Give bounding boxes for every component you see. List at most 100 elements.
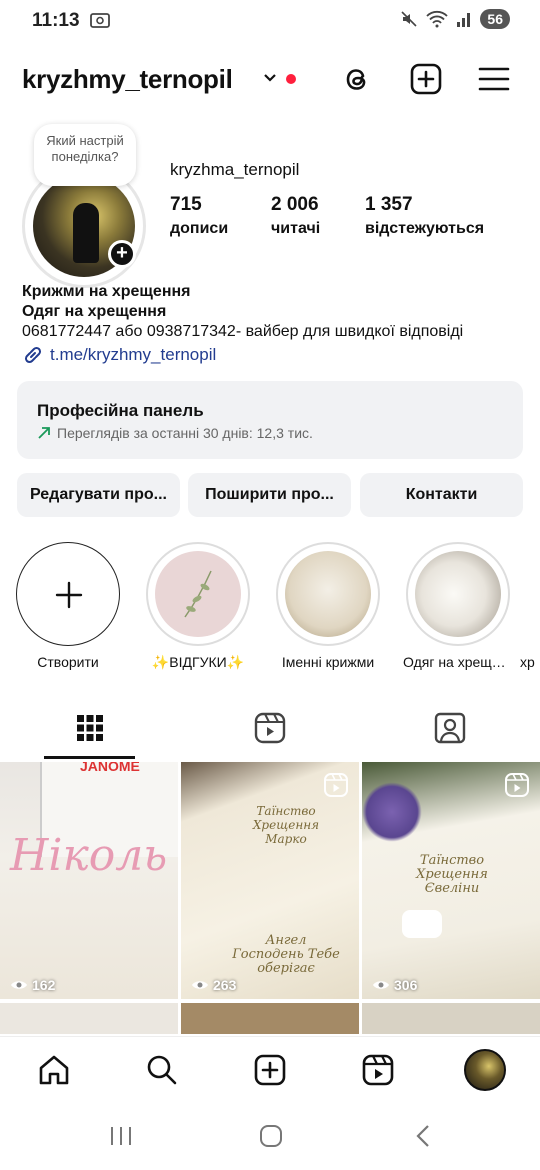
threads-icon[interactable] — [341, 62, 375, 96]
profile-note[interactable]: Який настрій понеділка? — [34, 124, 136, 186]
reel-icon — [505, 773, 529, 797]
reel-icon — [324, 773, 348, 797]
views-count: 306 — [394, 977, 418, 993]
stat-followers[interactable]: 2 006 читачі — [271, 194, 320, 238]
bio-line-1: Крижми на хрещення — [22, 283, 191, 300]
grid-post-1[interactable]: JANOME Ніколь 162 — [0, 762, 178, 999]
views-icon — [192, 981, 208, 989]
edit-profile-button[interactable]: Редагувати про... — [17, 473, 180, 517]
baby-socks — [402, 910, 442, 938]
stat-following-label: відстежуються — [365, 220, 485, 237]
reels-icon[interactable] — [361, 1053, 395, 1087]
link-icon — [24, 346, 42, 364]
share-profile-button[interactable]: Поширити про... — [188, 473, 351, 517]
bio-link-text: t.me/kryzhmy_ternopil — [50, 345, 217, 364]
status-icons: 56 — [400, 9, 510, 29]
highlight-create-label: Створити — [37, 654, 99, 670]
views-icon — [11, 981, 27, 989]
signal-icon — [457, 13, 471, 27]
home-button-icon[interactable] — [258, 1124, 284, 1148]
search-icon[interactable] — [145, 1053, 179, 1087]
create-post-icon[interactable] — [409, 62, 443, 96]
professional-dashboard[interactable]: Професійна панель Переглядів за останні … — [17, 381, 523, 459]
plus-icon — [55, 581, 83, 609]
account-switcher[interactable]: kryzhmy_ternopil — [22, 64, 233, 95]
grid-post-4[interactable] — [0, 1003, 178, 1034]
post-views: 162 — [10, 977, 55, 993]
status-time: 11:13 — [32, 10, 80, 31]
trend-up-icon — [38, 427, 50, 439]
highlight-reviews-ring — [146, 542, 250, 646]
bottom-navigation — [0, 1036, 540, 1102]
bio-link[interactable]: t.me/kryzhmy_ternopil — [22, 344, 463, 366]
status-bar: 11:13 56 — [0, 0, 540, 44]
views-count: 263 — [213, 977, 237, 993]
highlight-partial-label: хр — [520, 654, 535, 670]
embroidered-title: Таїнство Хрещення Марко — [252, 804, 320, 846]
stat-followers-label: читачі — [271, 220, 321, 237]
highlight-reviews-cover — [155, 551, 241, 637]
pro-panel-title: Професійна панель — [37, 401, 204, 420]
highlight-reviews[interactable]: ✨ВІДГУКИ✨ — [143, 542, 253, 671]
active-tab-indicator — [44, 756, 135, 759]
create-icon[interactable] — [253, 1053, 287, 1087]
grid-post-5[interactable] — [181, 1003, 359, 1034]
highlight-create[interactable]: Створити — [13, 542, 123, 670]
contacts-button[interactable]: Контакти — [360, 473, 523, 517]
lavender-decor — [362, 782, 422, 842]
add-story-icon[interactable]: + — [108, 240, 136, 268]
post-views: 306 — [372, 977, 417, 993]
reels-tab-icon[interactable] — [252, 710, 288, 746]
battery-indicator: 56 — [480, 9, 510, 29]
grid-post-6[interactable] — [362, 1003, 540, 1034]
grid-icon[interactable] — [72, 710, 108, 746]
profile-tabs — [0, 700, 540, 760]
bio-line-2: Одяг на хрещення — [22, 303, 167, 320]
tagged-icon[interactable] — [432, 710, 468, 746]
avatar-figure — [73, 203, 99, 263]
recent-apps-icon[interactable] — [108, 1124, 134, 1148]
stat-following[interactable]: 1 357 відстежуються — [365, 194, 484, 238]
embroidered-title: Таїнство Хрещення Євеліни — [416, 853, 488, 896]
views-icon — [373, 981, 389, 989]
highlight-clothing-ring — [406, 542, 510, 646]
embroidered-name: Ніколь — [10, 830, 168, 881]
post-views: 263 — [191, 977, 236, 993]
highlight-clothing[interactable]: Одяг на хрещен... — [403, 542, 513, 670]
grid-post-3[interactable]: Таїнство Хрещення Євеліни 306 — [362, 762, 540, 999]
highlight-named-cover — [285, 551, 371, 637]
home-icon[interactable] — [37, 1053, 71, 1087]
menu-icon[interactable] — [477, 62, 511, 96]
posts-grid: JANOME Ніколь 162 Таїнство Хрещення Марк… — [0, 762, 540, 1034]
highlight-named-label: Іменні крижми — [281, 654, 375, 670]
notification-dot — [286, 74, 296, 84]
pro-panel-views: Переглядів за останні 30 днів: 12,3 тис. — [57, 425, 313, 441]
stat-followers-count: 2 006 — [271, 194, 319, 215]
wifi-icon — [426, 10, 449, 28]
highlight-create-ring — [16, 542, 120, 646]
embroidered-blessing: Ангел Господень Тебе оберігає — [232, 933, 340, 976]
profile-nav-avatar[interactable] — [464, 1049, 506, 1091]
profile-handle: kryzhma_ternopil — [170, 160, 300, 179]
highlight-clothing-label: Одяг на хрещен... — [403, 654, 513, 670]
bio-line-3: 0681772447 або 0938717342- вайбер для шв… — [22, 323, 464, 340]
branch-icon — [184, 570, 212, 618]
screenshot-icon — [90, 13, 110, 28]
back-icon[interactable] — [412, 1124, 436, 1148]
profile-bio: Крижми на хрещення Одяг на хрещення 0681… — [22, 282, 463, 366]
highlight-named-kryzhmy[interactable]: Іменні крижми — [273, 542, 383, 670]
views-count: 162 — [32, 977, 56, 993]
highlight-named-ring — [276, 542, 380, 646]
highlight-partial[interactable]: хр — [520, 542, 540, 670]
mute-icon — [401, 11, 417, 27]
machine-brand-label: JANOME — [80, 762, 140, 774]
chevron-down-icon[interactable] — [262, 70, 278, 86]
grid-post-2[interactable]: Таїнство Хрещення Марко Ангел Господень … — [181, 762, 359, 999]
highlight-reviews-label: ✨ВІДГУКИ✨ — [151, 654, 245, 670]
stat-posts[interactable]: 715 дописи — [170, 194, 228, 238]
stat-posts-count: 715 — [170, 194, 202, 215]
highlight-clothing-cover — [415, 551, 501, 637]
system-navigation-bar — [0, 1102, 540, 1170]
stat-following-count: 1 357 — [365, 194, 413, 215]
pro-panel-subtitle: Переглядів за останні 30 днів: 12,3 тис. — [37, 425, 313, 441]
